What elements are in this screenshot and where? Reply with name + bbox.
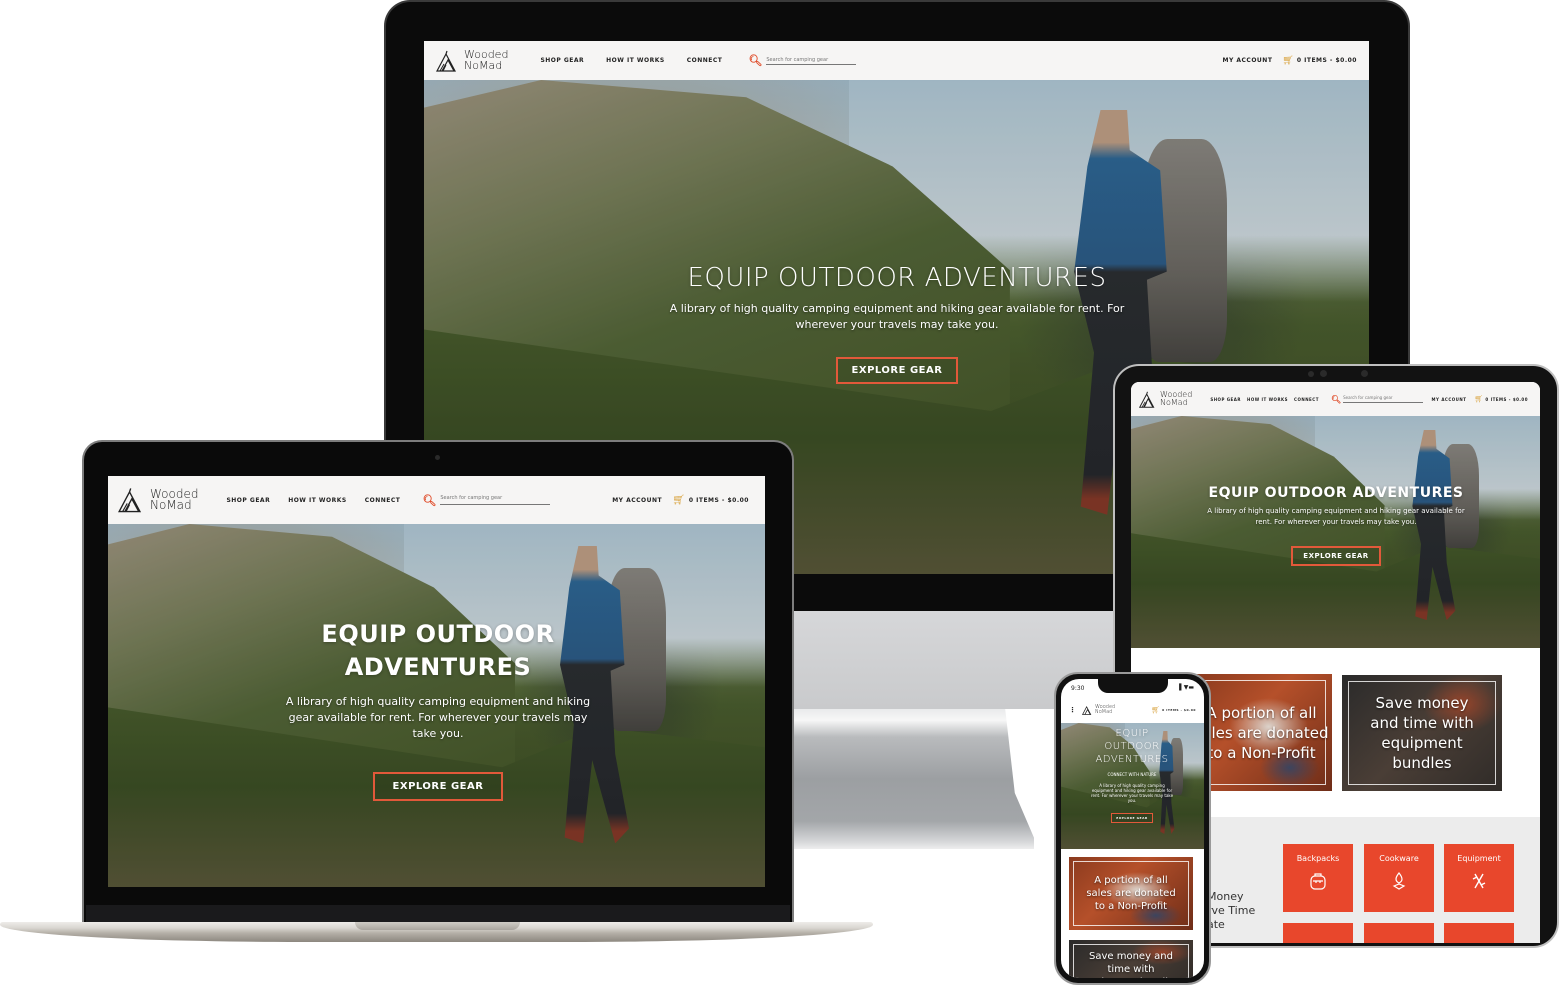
hero-subtitle: A library of high quality camping equipm… xyxy=(669,302,1125,331)
nav-shop-gear[interactable]: SHOP GEAR xyxy=(540,57,584,64)
cart-summary[interactable]: 0 ITEMS - $0.00 xyxy=(1297,57,1357,64)
status-icons: ▌▼▬ xyxy=(1179,684,1194,691)
side-text-line: ate xyxy=(1207,918,1225,931)
hero-content: EQUIP OUTDOOR ADVENTURES A library of hi… xyxy=(278,618,598,801)
explore-gear-button[interactable]: EXPLORE GEAR xyxy=(835,357,959,384)
nav-connect[interactable]: CONNECT xyxy=(687,57,723,64)
side-text-line: rve Time xyxy=(1207,904,1256,917)
feature-card-text: Save money and time with equipment bundl… xyxy=(1370,694,1474,772)
category-tile[interactable] xyxy=(1444,923,1514,943)
side-text: Money rve Time ate xyxy=(1207,890,1255,932)
site-header: Wooded NoMad SHOP GEAR HOW IT WORKS CONN… xyxy=(108,476,765,524)
logo[interactable]: Wooded NoMad xyxy=(436,49,508,72)
cart-icon[interactable]: 🛒︎ xyxy=(672,495,685,506)
explore-gear-button[interactable]: EXPLORE GEAR xyxy=(1111,813,1153,823)
phone-screen: 9:30 ▌▼▬ ⋮ Wooded NoMad 🛒︎ 0 ITEMS - $0.… xyxy=(1061,679,1204,978)
site-header: Wooded NoMad SHOP GEAR HOW IT WORKS CONN… xyxy=(424,41,1369,80)
logo-mountain-icon xyxy=(1082,706,1092,715)
my-account-link[interactable]: MY ACCOUNT xyxy=(1432,397,1467,402)
laptop-opening-notch xyxy=(355,922,520,930)
logo-mountain-icon xyxy=(436,50,456,72)
cart-icon[interactable]: 🛒︎ xyxy=(1151,706,1160,714)
cart-summary[interactable]: 0 ITEMS - $0.00 xyxy=(1162,708,1196,712)
nav-how-it-works[interactable]: HOW IT WORKS xyxy=(1247,397,1288,402)
hero-content: EQUIP OUTDOOR ADVENTURES A library of hi… xyxy=(1201,485,1471,566)
my-account-link[interactable]: MY ACCOUNT xyxy=(612,497,662,504)
hero-title: EQUIP OUTDOOR ADVENTURES xyxy=(321,620,555,681)
search-input[interactable]: Search for camping gear xyxy=(1343,395,1424,403)
nav-connect[interactable]: CONNECT xyxy=(365,497,401,504)
category-tile[interactable] xyxy=(1364,923,1434,943)
side-text-line: Money xyxy=(1207,890,1244,903)
feature-card-nonprofit[interactable]: A portion of all sales are donated to a … xyxy=(1069,857,1193,930)
nav-shop-gear[interactable]: SHOP GEAR xyxy=(1210,397,1241,402)
hero-tagline: CONNECT WITH NATURE xyxy=(1107,772,1157,777)
laptop-screen: Wooded NoMad SHOP GEAR HOW IT WORKS CONN… xyxy=(108,476,765,887)
menu-icon[interactable]: ⋮ xyxy=(1069,706,1076,714)
hero-subtitle: A library of high quality camping equipm… xyxy=(285,695,591,740)
search-icon: 🔍︎ xyxy=(422,493,437,507)
hero-title: EQUIP OUTDOOR ADVENTURES xyxy=(1208,485,1464,501)
nav-how-it-works[interactable]: HOW IT WORKS xyxy=(606,57,665,64)
search-bar[interactable]: 🔍︎ Search for camping gear xyxy=(422,493,551,507)
logo-mountain-icon xyxy=(1139,391,1155,408)
explore-gear-button[interactable]: EXPLORE GEAR xyxy=(1291,546,1381,566)
search-input[interactable]: Search for camping gear xyxy=(440,495,551,505)
search-bar[interactable]: 🔍︎ Search for camping gear xyxy=(1330,394,1424,404)
feature-card-bundles[interactable]: Save money and time with equipment bundl… xyxy=(1342,675,1502,791)
logo-text-line2: NoMad xyxy=(150,498,192,512)
category-tile-equipment[interactable]: Equipment xyxy=(1444,844,1514,912)
phone-notch xyxy=(1098,679,1168,693)
logo[interactable]: Wooded NoMad xyxy=(1095,705,1115,715)
logo[interactable]: Wooded NoMad xyxy=(1139,391,1192,408)
logo-text-line2: NoMad xyxy=(464,58,503,72)
category-label: Backpacks xyxy=(1296,854,1340,863)
cart-summary[interactable]: 0 ITEMS - $0.00 xyxy=(689,497,749,504)
flame-icon xyxy=(1364,871,1434,895)
search-icon: 🔍︎ xyxy=(1330,394,1342,404)
search-input[interactable]: Search for camping gear xyxy=(766,57,857,65)
nav-connect[interactable]: CONNECT xyxy=(1294,397,1319,402)
category-tile-backpacks[interactable]: Backpacks xyxy=(1283,844,1353,912)
category-tile-cookware[interactable]: Cookware xyxy=(1364,844,1434,912)
hero-subtitle: A library of high quality camping equipm… xyxy=(1207,507,1465,526)
multitool-icon xyxy=(1444,871,1514,895)
laptop-camera xyxy=(435,455,440,460)
explore-gear-button[interactable]: EXPLORE GEAR xyxy=(372,772,504,801)
feature-card-text: A portion of all sales are donated to a … xyxy=(1086,875,1176,912)
tablet-sensor xyxy=(1320,370,1327,377)
hero-content: EQUIP OUTDOOR ADVENTURES CONNECT WITH NA… xyxy=(1089,727,1175,823)
logo-text-line2: NoMad xyxy=(1160,398,1188,407)
category-label: Cookware xyxy=(1379,854,1419,863)
hero-content: EQUIP OUTDOOR ADVENTURES A library of hi… xyxy=(669,263,1125,384)
apple-logo-icon xyxy=(872,632,918,686)
search-bar[interactable]: 🔍︎ Search for camping gear xyxy=(748,54,857,67)
feature-card-text: A portion of all sales are donated to a … xyxy=(1194,703,1329,762)
hero-subtitle: A library of high quality camping equipm… xyxy=(1090,783,1174,803)
category-label: Equipment xyxy=(1457,854,1501,863)
tablet-camera xyxy=(1308,371,1314,377)
nav-how-it-works[interactable]: HOW IT WORKS xyxy=(288,497,347,504)
status-time: 9:30 xyxy=(1071,685,1085,692)
category-tile[interactable] xyxy=(1283,923,1353,943)
nav-shop-gear[interactable]: SHOP GEAR xyxy=(226,497,270,504)
logo-mountain-icon xyxy=(118,488,142,513)
search-icon: 🔍︎ xyxy=(748,54,763,67)
logo[interactable]: Wooded NoMad xyxy=(118,487,198,513)
hero-title: EQUIP OUTDOOR ADVENTURES xyxy=(687,263,1107,293)
logo-text-line2: NoMad xyxy=(1095,709,1113,715)
imac-stand xyxy=(794,709,1034,849)
feature-card-text: Save money and time with equipment bundl… xyxy=(1083,951,1180,978)
cart-summary[interactable]: 0 ITEMS - $0.00 xyxy=(1485,397,1528,402)
backpack-icon xyxy=(1283,871,1353,895)
cart-icon[interactable]: 🛒︎ xyxy=(1282,56,1293,66)
tablet-sensor xyxy=(1361,370,1368,377)
hero-title: EQUIP OUTDOOR ADVENTURES xyxy=(1095,728,1169,765)
feature-card-nonprofit[interactable]: A portion of all sales are donated to a … xyxy=(1191,674,1332,791)
my-account-link[interactable]: MY ACCOUNT xyxy=(1222,57,1272,64)
mobile-header: ⋮ Wooded NoMad 🛒︎ 0 ITEMS - $0.00 xyxy=(1061,697,1204,723)
feature-card-bundles[interactable]: Save money and time with equipment bundl… xyxy=(1069,940,1193,978)
cart-icon[interactable]: 🛒︎ xyxy=(1475,395,1484,403)
site-header: Wooded NoMad SHOP GEAR HOW IT WORKS CONN… xyxy=(1131,382,1540,416)
